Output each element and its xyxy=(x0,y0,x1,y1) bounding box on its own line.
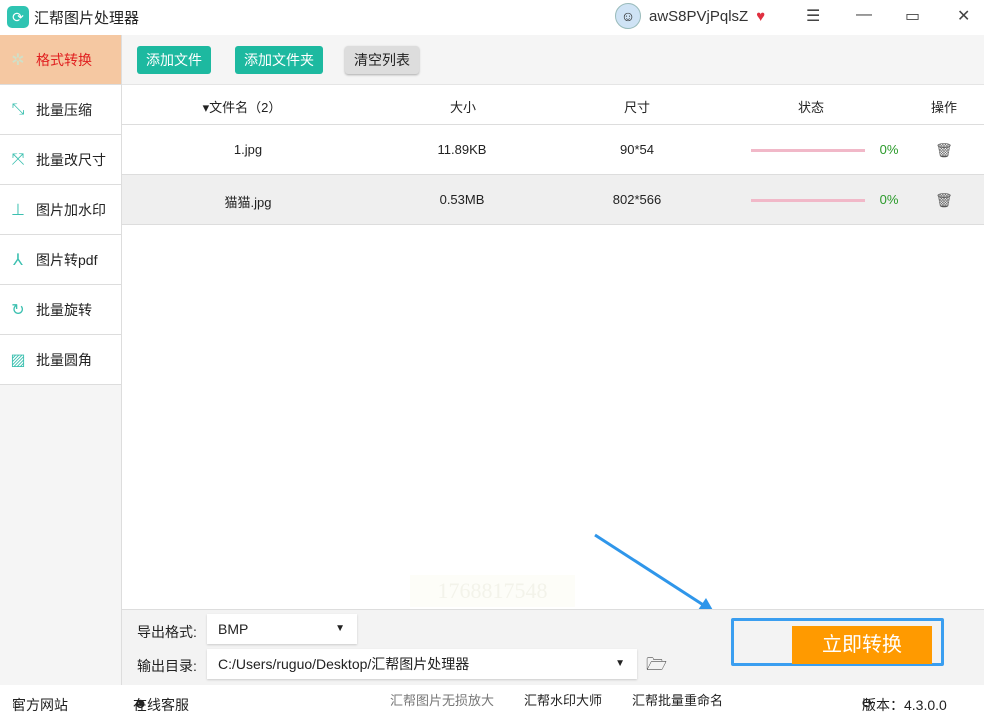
progress-bar xyxy=(751,149,865,152)
table-row[interactable]: 猫猫.jpg 0.53MB 802*566 0% 🗑 xyxy=(122,175,984,225)
sidebar-item-resize[interactable]: ⤧ 批量改尺寸 xyxy=(0,135,121,185)
output-dir-select[interactable]: C:/Users/ruguo/Desktop/汇帮图片处理器 ▼ xyxy=(207,649,637,679)
sidebar-item-to-pdf[interactable]: ⅄ 图片转pdf xyxy=(0,235,121,285)
sidebar-item-label: 图片转pdf xyxy=(36,251,98,268)
sidebar-item-label: 图片加水印 xyxy=(36,201,106,218)
sidebar-item-watermark[interactable]: ⊥ 图片加水印 xyxy=(0,185,121,235)
sidebar-item-label: 批量圆角 xyxy=(36,351,92,368)
sidebar-item-rotate[interactable]: ↻ 批量旋转 xyxy=(0,285,121,335)
version-label: 版本：4.3.0.0 xyxy=(862,697,947,713)
title-bar: ⟳ 汇帮图片处理器 ☺ awS8PVjPqlsZ ♥ ☰ — ▭ ✕ xyxy=(0,0,984,34)
chevron-down-icon: ▼ xyxy=(335,623,345,634)
app-logo-icon: ⟳ xyxy=(7,6,29,28)
watermark-icon: ⊥ xyxy=(11,201,25,219)
delete-icon[interactable]: 🗑 xyxy=(935,142,953,159)
sidebar: ✲ 格式转换 ⤡ 批量压缩 ⤧ 批量改尺寸 ⊥ 图片加水印 ⅄ 图片转pdf ↻ 批量旋转 … xyxy=(0,35,122,685)
close-button[interactable]: ✕ xyxy=(957,6,970,26)
convert-icon: ✲ xyxy=(11,51,25,69)
sidebar-item-format-convert[interactable]: ✲ 格式转换 xyxy=(0,35,121,85)
file-size: 0.53MB xyxy=(439,192,485,207)
convert-highlight: 立即转换 xyxy=(731,618,944,666)
add-folder-button[interactable]: 添加文件夹 xyxy=(235,46,323,74)
website-label: 官方网站 xyxy=(12,697,68,713)
rotate-icon: ↻ xyxy=(11,301,25,319)
add-file-button[interactable]: 添加文件 xyxy=(137,46,211,74)
toolbar: 添加文件 添加文件夹 清空列表 xyxy=(122,35,984,85)
pdf-icon: ⅄ xyxy=(13,251,23,269)
footer: ⌂ 官方网站 ☻ 在线客服 汇帮图片无损放大 汇帮水印大师 汇帮批量重命名 ⟳ … xyxy=(0,685,984,713)
footer-link-upscale[interactable]: 汇帮图片无损放大 xyxy=(390,690,494,709)
sidebar-item-label: 批量旋转 xyxy=(36,301,92,318)
sidebar-item-label: 批量压缩 xyxy=(36,101,92,118)
folder-open-icon[interactable]: 🗁 xyxy=(646,652,667,681)
column-name-label: 文件名（2） xyxy=(209,100,282,115)
dir-value: C:/Users/ruguo/Desktop/汇帮图片处理器 xyxy=(218,656,470,672)
minimize-button[interactable]: — xyxy=(856,6,872,24)
user-info[interactable]: ☺ awS8PVjPqlsZ ♥ xyxy=(615,3,765,29)
support-label: 在线客服 xyxy=(133,697,189,713)
image-icon: ▨ xyxy=(10,351,26,369)
menu-icon[interactable]: ☰ xyxy=(806,6,820,26)
column-header-name[interactable]: ▾文件名（2） xyxy=(203,97,282,116)
footer-link-watermark[interactable]: 汇帮水印大师 xyxy=(524,690,602,709)
file-name: 猫猫.jpg xyxy=(224,195,272,210)
file-name: 1.jpg xyxy=(233,142,263,157)
avatar[interactable]: ☺ xyxy=(615,3,641,29)
clear-list-button[interactable]: 清空列表 xyxy=(345,46,419,74)
progress-percent: 0% xyxy=(879,142,899,157)
format-label: 导出格式: xyxy=(137,624,197,640)
sidebar-item-label: 批量改尺寸 xyxy=(36,151,106,168)
file-size: 11.89KB xyxy=(437,142,487,157)
column-header-action: 操作 xyxy=(930,100,958,115)
file-dimensions: 802*566 xyxy=(612,192,662,207)
table-row[interactable]: 1.jpg 11.89KB 90*54 0% 🗑 xyxy=(122,125,984,175)
compress-icon: ⤡ xyxy=(11,100,25,118)
table-header: ▾文件名（2） 大小 尺寸 状态 操作 xyxy=(122,85,984,125)
delete-icon[interactable]: 🗑 xyxy=(935,192,953,209)
dir-label: 输出目录: xyxy=(137,658,197,674)
format-select[interactable]: BMP ▼ xyxy=(207,614,357,644)
format-value: BMP xyxy=(218,621,249,637)
vip-badge-icon: ♥ xyxy=(756,7,766,25)
watermark-text: 1768817548 xyxy=(410,575,575,607)
chevron-down-icon: ▼ xyxy=(615,658,625,669)
file-dimensions: 90*54 xyxy=(620,142,654,157)
progress-percent: 0% xyxy=(879,192,899,207)
sidebar-item-label: 格式转换 xyxy=(36,51,92,68)
footer-link-rename[interactable]: 汇帮批量重命名 xyxy=(632,690,723,709)
username: awS8PVjPqlsZ xyxy=(649,7,749,25)
sidebar-item-round-corner[interactable]: ▨ 批量圆角 xyxy=(0,335,121,385)
maximize-button[interactable]: ▭ xyxy=(905,6,920,26)
resize-icon: ⤧ xyxy=(11,150,25,168)
convert-button[interactable]: 立即转换 xyxy=(792,626,932,664)
progress-bar xyxy=(751,199,865,202)
column-header-dimensions: 尺寸 xyxy=(623,100,651,115)
column-header-size: 大小 xyxy=(449,100,477,115)
sidebar-item-compress[interactable]: ⤡ 批量压缩 xyxy=(0,85,121,135)
arrow-annotation xyxy=(594,533,714,612)
output-settings: 导出格式: BMP ▼ 输出目录: C:/Users/ruguo/Desktop/… xyxy=(122,609,984,685)
column-header-status: 状态 xyxy=(797,100,825,115)
app-title: 汇帮图片处理器 xyxy=(34,9,140,27)
